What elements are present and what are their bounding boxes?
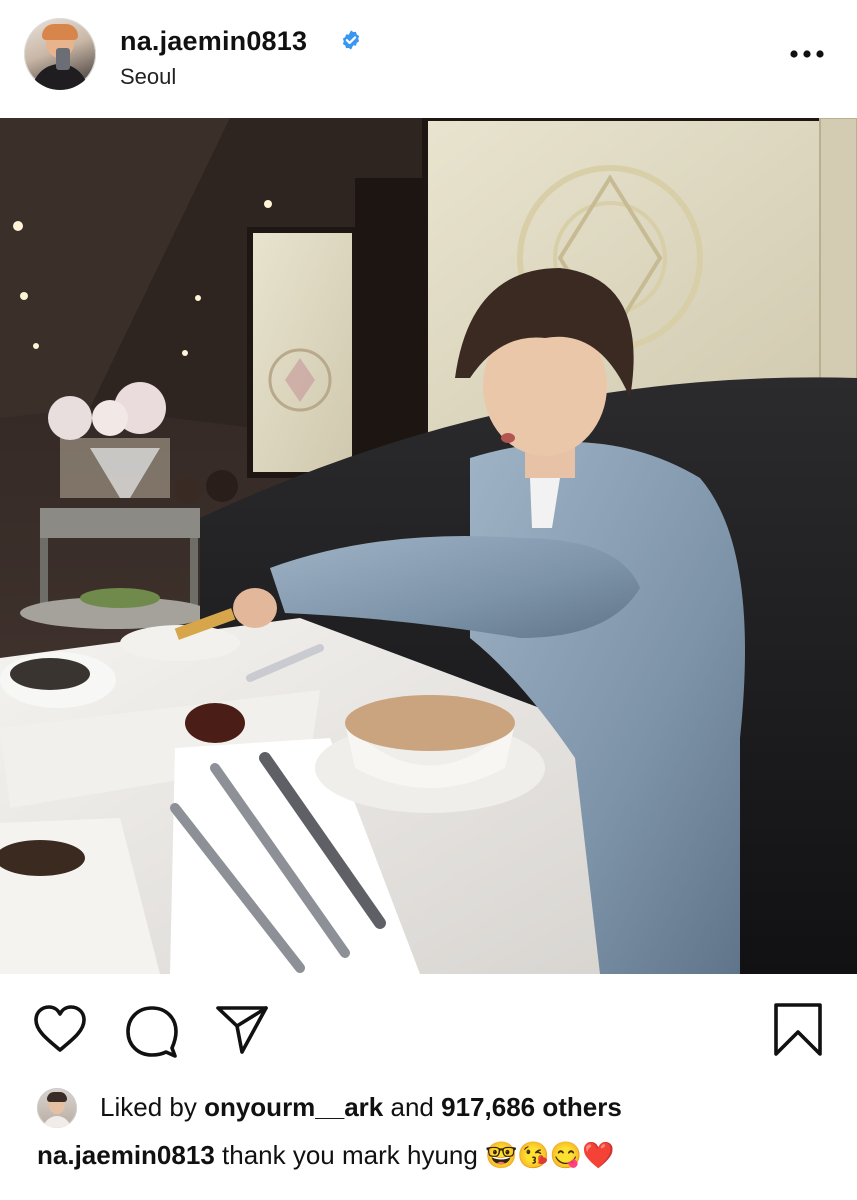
post-caption: na.jaemin0813 thank you mark hyung 🤓😘😋❤️ [37,1140,615,1171]
post-photo-illustration [0,118,857,974]
likes-and: and [390,1092,434,1122]
likes-count[interactable]: 917,686 others [441,1092,622,1122]
caption-text: thank you mark hyung [222,1140,478,1170]
bookmark-icon [774,1003,822,1056]
save-button[interactable] [772,1002,824,1063]
likes-text: Liked by onyourm__ark and 917,686 others [100,1092,622,1123]
heart-icon [34,1005,86,1052]
more-options-button[interactable] [784,36,830,72]
caption-username[interactable]: na.jaemin0813 [37,1140,215,1170]
comment-button[interactable] [124,1004,180,1065]
post-location[interactable]: Seoul [120,64,176,90]
likes-summary: Liked by onyourm__ark and 917,686 others [0,1084,857,1132]
liker-username[interactable]: onyourm__ark [204,1092,383,1122]
post-photo[interactable] [0,118,857,974]
post-action-bar [0,974,857,1084]
likes-prefix: Liked by [100,1092,197,1122]
send-icon [216,1006,268,1054]
more-options-icon [790,50,824,58]
comment-icon [126,1006,178,1058]
verified-badge-icon [342,30,360,50]
profile-avatar[interactable] [24,18,96,90]
share-button[interactable] [214,1004,270,1061]
post-header: na.jaemin0813 Seoul [0,0,857,118]
caption-emojis: 🤓😘😋❤️ [485,1140,615,1170]
like-button[interactable] [32,1004,88,1059]
post-username[interactable]: na.jaemin0813 [120,26,307,57]
liker-avatar[interactable] [37,1088,77,1128]
